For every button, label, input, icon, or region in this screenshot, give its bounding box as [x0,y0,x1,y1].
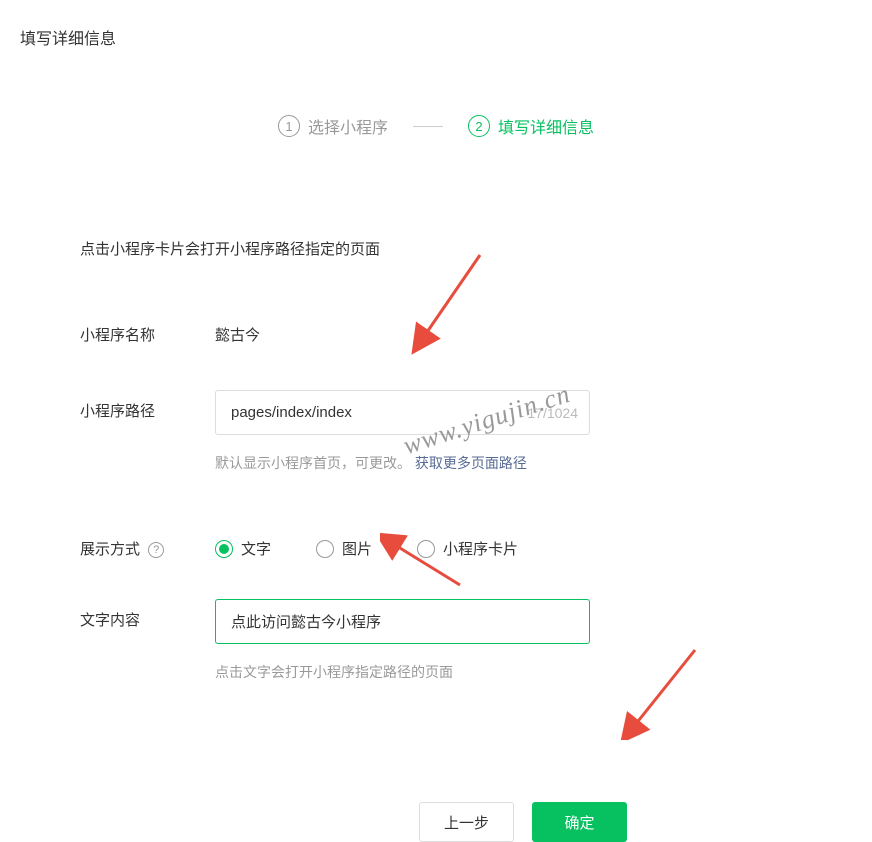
display-mode-radio-group: 文字 图片 小程序卡片 [215,528,518,559]
radio-icon [316,540,334,558]
text-content-hint: 点击文字会打开小程序指定路径的页面 [215,662,792,682]
page-title: 填写详细信息 [0,0,872,74]
help-icon[interactable]: ? [148,542,164,558]
confirm-button[interactable]: 确定 [532,802,627,842]
display-mode-row: 展示方式 ? 文字 图片 小程序卡片 [80,528,792,559]
step-2: 2 填写详细信息 [468,114,594,138]
radio-icon [417,540,435,558]
step-1: 1 选择小程序 [278,114,388,138]
step-divider [413,126,443,127]
radio-image-label: 图片 [342,538,372,559]
text-content-input[interactable] [215,599,590,644]
app-name-row: 小程序名称 懿古今 [80,314,792,345]
char-count: 17/1024 [527,405,578,421]
app-path-hint: 默认显示小程序首页，可更改。 获取更多页面路径 [215,453,792,473]
display-mode-label: 展示方式 ? [80,528,215,559]
step-1-label: 选择小程序 [308,114,388,138]
get-more-paths-link[interactable]: 获取更多页面路径 [415,455,527,471]
radio-text-label: 文字 [241,538,271,559]
radio-text[interactable]: 文字 [215,538,271,559]
step-1-number: 1 [278,115,300,137]
step-2-number: 2 [468,115,490,137]
radio-card[interactable]: 小程序卡片 [417,538,518,559]
text-content-label: 文字内容 [80,599,215,630]
radio-image[interactable]: 图片 [316,538,372,559]
prev-button[interactable]: 上一步 [419,802,514,842]
app-name-label: 小程序名称 [80,314,215,345]
radio-icon [215,540,233,558]
app-path-row: 小程序路径 17/1024 默认显示小程序首页，可更改。 获取更多页面路径 [80,390,792,473]
step-2-label: 填写详细信息 [498,114,594,138]
text-content-row: 文字内容 点击文字会打开小程序指定路径的页面 [80,599,792,682]
description-text: 点击小程序卡片会打开小程序路径指定的页面 [80,238,792,259]
app-name-value: 懿古今 [215,314,260,345]
radio-card-label: 小程序卡片 [443,538,518,559]
step-indicator: 1 选择小程序 2 填写详细信息 [0,114,872,138]
app-path-label: 小程序路径 [80,390,215,421]
